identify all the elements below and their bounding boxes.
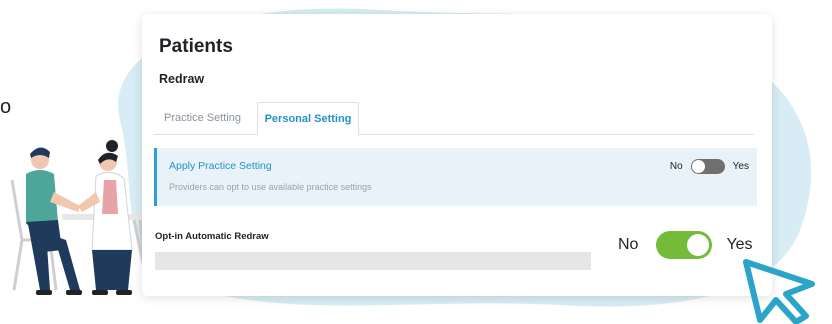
pointer-cursor-icon [743,259,815,324]
page-title: Patients [159,36,233,57]
cut-off-text: o [0,96,12,118]
optin-redraw-toggle[interactable] [656,231,713,259]
apply-practice-toggle-row: No Yes [670,158,749,174]
toggle-yes-label: Yes [732,160,749,172]
optin-redraw-label: Opt-in Automatic Redraw [155,231,269,242]
tab-practice-setting[interactable]: Practice Setting [154,102,251,134]
apply-practice-setting-banner: Apply Practice Setting Providers can opt… [154,148,757,206]
patients-settings-card: Patients Redraw Practice Setting Persona… [142,14,772,296]
section-subtitle: Redraw [159,72,205,86]
toggle-no-label: No [618,236,639,253]
banner-description: Providers can opt to use available pract… [169,182,372,192]
toggle-knob [691,159,705,173]
toggle-yes-label: Yes [726,236,753,253]
settings-tabs: Practice Setting Personal Setting [154,102,754,136]
banner-title: Apply Practice Setting [169,160,272,172]
optin-redraw-toggle-row: No Yes [618,230,753,260]
toggle-no-label: No [669,160,683,172]
apply-practice-toggle[interactable] [690,158,725,174]
optin-redraw-placeholder-bar [155,252,591,270]
toggle-knob [687,234,710,256]
doctor-patient-illustration [10,140,152,297]
tab-personal-setting[interactable]: Personal Setting [257,102,359,136]
